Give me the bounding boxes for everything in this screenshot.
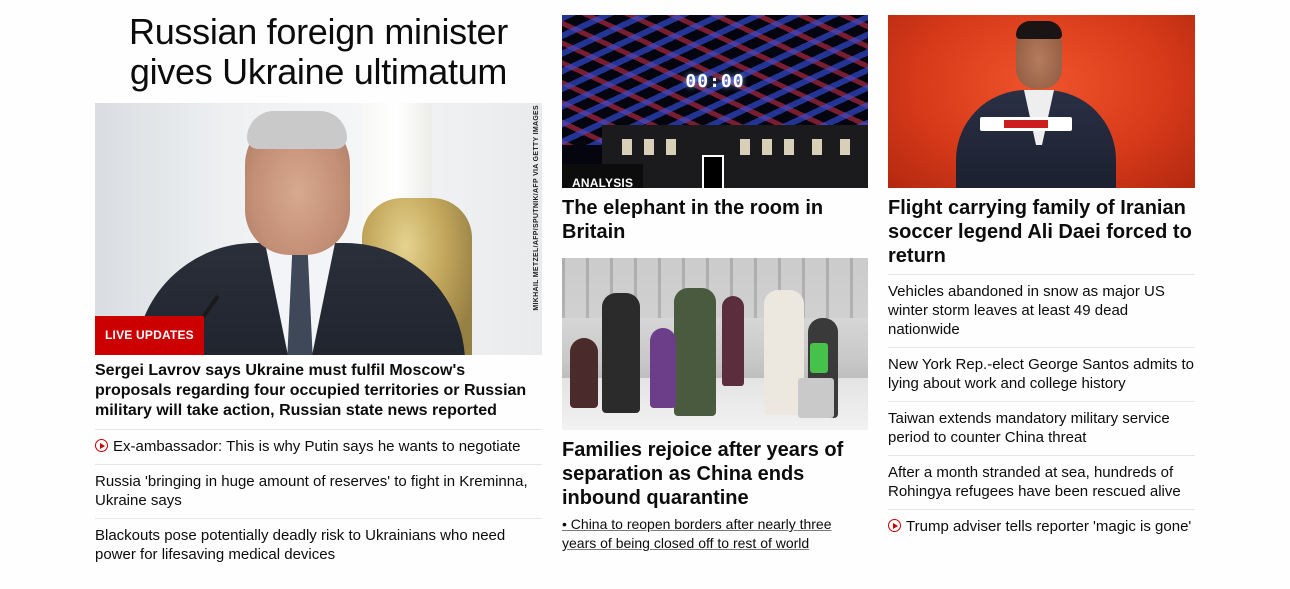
main-headline-link[interactable]: Russian foreign minister gives Ukraine u… [95, 12, 542, 92]
list-item[interactable]: After a month stranded at sea, hundreds … [888, 455, 1195, 509]
photo-window [812, 139, 822, 155]
analysis-badge: ANALYSIS [562, 164, 644, 188]
photo-window [840, 139, 850, 155]
china-airport-photo[interactable] [562, 258, 868, 430]
photo-draw-slip [980, 117, 1072, 131]
photo-window [644, 139, 654, 155]
britain-headline-link[interactable]: The elephant in the room in Britain [562, 196, 868, 244]
china-sublink[interactable]: • China to reopen borders after nearly t… [562, 515, 852, 553]
list-item-text: After a month stranded at sea, hundreds … [888, 464, 1181, 500]
photo-window [784, 139, 794, 155]
photo-bag [810, 343, 828, 373]
live-updates-badge: LIVE UPDATES [95, 316, 204, 355]
play-icon [95, 439, 108, 452]
photo-door [702, 155, 724, 188]
photo-window [740, 139, 750, 155]
list-item[interactable]: Trump adviser tells reporter 'magic is g… [888, 509, 1195, 544]
photo-hair [1016, 21, 1062, 39]
china-headline-link[interactable]: Families rejoice after years of separati… [562, 438, 868, 510]
headline-list: Vehicles abandoned in snow as major US w… [888, 274, 1195, 544]
downing-street-photo[interactable]: 00:00 ANALYSIS [562, 15, 868, 188]
photo-traveler [650, 328, 676, 408]
photo-window [622, 139, 632, 155]
list-item[interactable]: Vehicles abandoned in snow as major US w… [888, 274, 1195, 347]
list-item-text: Russia 'bringing in huge amount of reser… [95, 473, 528, 509]
ali-daei-photo[interactable] [888, 15, 1195, 188]
photo-suitcase [798, 378, 834, 418]
lead-story-link[interactable]: Sergei Lavrov says Ukraine must fulfil M… [95, 361, 542, 421]
daei-headline-link[interactable]: Flight carrying family of Iranian soccer… [888, 196, 1195, 268]
list-item[interactable]: Taiwan extends mandatory military servic… [888, 401, 1195, 455]
play-icon [888, 519, 901, 532]
list-item[interactable]: New York Rep.-elect George Santos admits… [888, 347, 1195, 401]
photo-hair [247, 111, 347, 149]
photo-traveler [570, 338, 598, 408]
photo-window [666, 139, 676, 155]
lead-related-list: Ex-ambassador: This is why Putin says he… [95, 429, 542, 572]
countdown-clock: 00:00 [685, 71, 745, 92]
photo-traveler [602, 293, 640, 413]
list-item-text: Ex-ambassador: This is why Putin says he… [113, 438, 521, 455]
photo-window [762, 139, 772, 155]
photo-traveler [674, 288, 716, 416]
list-item-text: Trump adviser tells reporter 'magic is g… [906, 518, 1192, 535]
list-item-text: New York Rep.-elect George Santos admits… [888, 356, 1194, 392]
list-item[interactable]: Russia 'bringing in huge amount of reser… [95, 464, 542, 518]
photo-traveler [722, 296, 744, 386]
list-item-text: Taiwan extends mandatory military servic… [888, 410, 1170, 446]
list-item-text: Blackouts pose potentially deadly risk t… [95, 527, 506, 563]
photo-credit: MIKHAIL METZEL/AFP/SPUTNIK/AFP VIA GETTY… [533, 105, 540, 311]
list-item[interactable]: Ex-ambassador: This is why Putin says he… [95, 429, 542, 464]
list-item-text: Vehicles abandoned in snow as major US w… [888, 283, 1165, 338]
list-item[interactable]: Blackouts pose potentially deadly risk t… [95, 518, 542, 572]
